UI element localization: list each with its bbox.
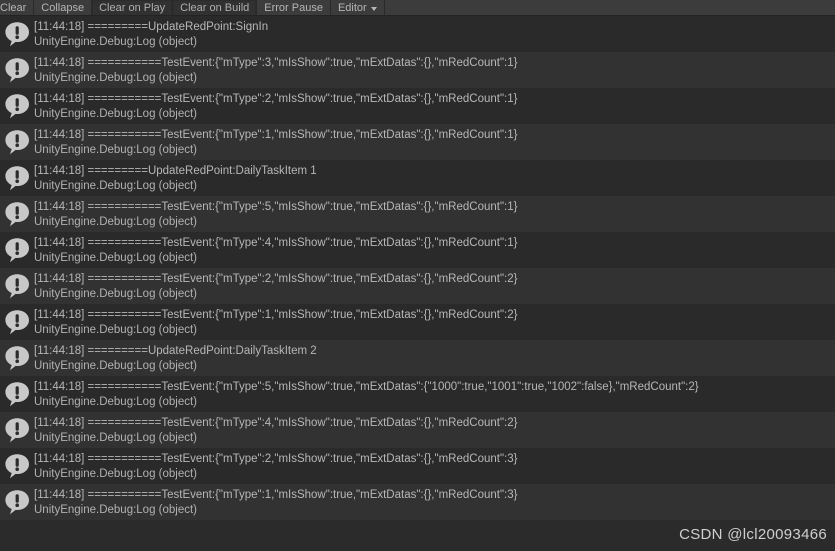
log-entry-message: [11:44:18] ===========TestEvent:{"mType"… — [34, 201, 518, 213]
log-entry-text: [11:44:18] ===========TestEvent:{"mType"… — [32, 199, 835, 230]
clear-button-label: Clear — [0, 2, 27, 14]
log-entry-message: [11:44:18] ===========TestEvent:{"mType"… — [34, 57, 518, 69]
log-entry-message: [11:44:18] ===========TestEvent:{"mType"… — [34, 129, 518, 141]
log-message-icon — [2, 379, 32, 409]
log-entry-stacktrace: UnityEngine.Debug:Log (object) — [34, 360, 198, 372]
log-entry-text: [11:44:18] ===========TestEvent:{"mType"… — [32, 55, 835, 86]
log-entry-stacktrace: UnityEngine.Debug:Log (object) — [34, 144, 198, 156]
log-entry-text: [11:44:18] ===========TestEvent:{"mType"… — [32, 307, 835, 338]
log-entry-message: [11:44:18] =========UpdateRedPoint:Daily… — [34, 165, 317, 177]
log-entry-text: [11:44:18] =========UpdateRedPoint:SignI… — [32, 19, 835, 50]
log-message-icon — [2, 235, 32, 265]
log-entry-stacktrace: UnityEngine.Debug:Log (object) — [34, 36, 198, 48]
log-entry-stacktrace: UnityEngine.Debug:Log (object) — [34, 504, 198, 516]
log-entry-stacktrace: UnityEngine.Debug:Log (object) — [34, 324, 198, 336]
log-entry-text: [11:44:18] ===========TestEvent:{"mType"… — [32, 379, 835, 410]
log-message-icon — [2, 163, 32, 193]
log-message-icon — [2, 199, 32, 229]
log-message-icon — [2, 415, 32, 445]
log-entry-text: [11:44:18] ===========TestEvent:{"mType"… — [32, 235, 835, 266]
clear-on-play-button[interactable]: Clear on Play — [92, 0, 174, 15]
log-entry-stacktrace: UnityEngine.Debug:Log (object) — [34, 180, 198, 192]
log-entry[interactable]: [11:44:18] ===========TestEvent:{"mType"… — [0, 52, 835, 88]
console-toolbar: Clear Collapse Clear on Play Clear on Bu… — [0, 0, 835, 16]
log-entry-text: [11:44:18] ===========TestEvent:{"mType"… — [32, 451, 835, 482]
log-entry-message: [11:44:18] ===========TestEvent:{"mType"… — [34, 309, 518, 321]
log-entry-message: [11:44:18] ===========TestEvent:{"mType"… — [34, 93, 518, 105]
log-entry-message: [11:44:18] ===========TestEvent:{"mType"… — [34, 489, 518, 501]
log-entry-stacktrace: UnityEngine.Debug:Log (object) — [34, 216, 198, 228]
unity-console-window: Clear Collapse Clear on Play Clear on Bu… — [0, 0, 835, 551]
log-entry[interactable]: [11:44:18] ===========TestEvent:{"mType"… — [0, 268, 835, 304]
log-entry-stacktrace: UnityEngine.Debug:Log (object) — [34, 288, 198, 300]
log-entry-stacktrace: UnityEngine.Debug:Log (object) — [34, 396, 198, 408]
log-entry-message: [11:44:18] ===========TestEvent:{"mType"… — [34, 273, 518, 285]
console-log-list[interactable]: [11:44:18] =========UpdateRedPoint:SignI… — [0, 16, 835, 550]
log-entry-text: [11:44:18] ===========TestEvent:{"mType"… — [32, 415, 835, 446]
log-entry[interactable]: [11:44:18] ===========TestEvent:{"mType"… — [0, 196, 835, 232]
log-message-icon — [2, 91, 32, 121]
log-entry-text: [11:44:18] ===========TestEvent:{"mType"… — [32, 271, 835, 302]
log-entry-stacktrace: UnityEngine.Debug:Log (object) — [34, 72, 198, 84]
log-message-icon — [2, 487, 32, 517]
log-entry-message: [11:44:18] ===========TestEvent:{"mType"… — [34, 381, 699, 393]
log-entry-stacktrace: UnityEngine.Debug:Log (object) — [34, 468, 198, 480]
collapse-button[interactable]: Collapse — [34, 0, 93, 15]
log-entry[interactable]: [11:44:18] ===========TestEvent:{"mType"… — [0, 376, 835, 412]
log-entry[interactable]: [11:44:18] ===========TestEvent:{"mType"… — [0, 304, 835, 340]
log-entry-text: [11:44:18] =========UpdateRedPoint:Daily… — [32, 163, 835, 194]
log-entry-message: [11:44:18] ===========TestEvent:{"mType"… — [34, 237, 518, 249]
clear-on-build-button[interactable]: Clear on Build — [173, 0, 258, 15]
error-pause-button-label: Error Pause — [264, 2, 323, 14]
log-message-icon — [2, 451, 32, 481]
log-entry[interactable]: [11:44:18] =========UpdateRedPoint:Daily… — [0, 340, 835, 376]
clear-on-play-button-label: Clear on Play — [99, 2, 166, 14]
log-entry-message: [11:44:18] =========UpdateRedPoint:Daily… — [34, 345, 317, 357]
log-entry[interactable]: [11:44:18] ===========TestEvent:{"mType"… — [0, 88, 835, 124]
log-entry-message: [11:44:18] ===========TestEvent:{"mType"… — [34, 453, 518, 465]
clear-button[interactable]: Clear — [0, 0, 35, 15]
log-entry-stacktrace: UnityEngine.Debug:Log (object) — [34, 108, 198, 120]
log-message-icon — [2, 127, 32, 157]
log-entry[interactable]: [11:44:18] =========UpdateRedPoint:SignI… — [0, 16, 835, 52]
error-pause-button[interactable]: Error Pause — [257, 0, 331, 15]
log-entry-message: [11:44:18] =========UpdateRedPoint:SignI… — [34, 21, 269, 33]
log-message-icon — [2, 271, 32, 301]
clear-on-build-button-label: Clear on Build — [180, 2, 250, 14]
log-entry-message: [11:44:18] ===========TestEvent:{"mType"… — [34, 417, 518, 429]
log-entry[interactable]: [11:44:18] =========UpdateRedPoint:Daily… — [0, 160, 835, 196]
log-message-icon — [2, 55, 32, 85]
log-message-icon — [2, 343, 32, 373]
editor-dropdown-label: Editor — [337, 2, 367, 14]
log-entry[interactable]: [11:44:18] ===========TestEvent:{"mType"… — [0, 124, 835, 160]
log-entry-text: [11:44:18] ===========TestEvent:{"mType"… — [32, 127, 835, 158]
chevron-down-icon — [370, 6, 377, 11]
log-message-icon — [2, 307, 32, 337]
log-entry-text: [11:44:18] ===========TestEvent:{"mType"… — [32, 487, 835, 518]
collapse-button-label: Collapse — [41, 2, 85, 14]
log-entry-text: [11:44:18] ===========TestEvent:{"mType"… — [32, 91, 835, 122]
log-entry[interactable]: [11:44:18] ===========TestEvent:{"mType"… — [0, 448, 835, 484]
log-message-icon — [2, 19, 32, 49]
log-entry-stacktrace: UnityEngine.Debug:Log (object) — [34, 432, 198, 444]
log-entry[interactable]: [11:44:18] ===========TestEvent:{"mType"… — [0, 484, 835, 520]
log-entry[interactable]: [11:44:18] ===========TestEvent:{"mType"… — [0, 232, 835, 268]
log-entry-text: [11:44:18] =========UpdateRedPoint:Daily… — [32, 343, 835, 374]
editor-dropdown[interactable]: Editor — [330, 0, 385, 15]
log-entry-stacktrace: UnityEngine.Debug:Log (object) — [34, 252, 198, 264]
log-entry[interactable]: [11:44:18] ===========TestEvent:{"mType"… — [0, 412, 835, 448]
